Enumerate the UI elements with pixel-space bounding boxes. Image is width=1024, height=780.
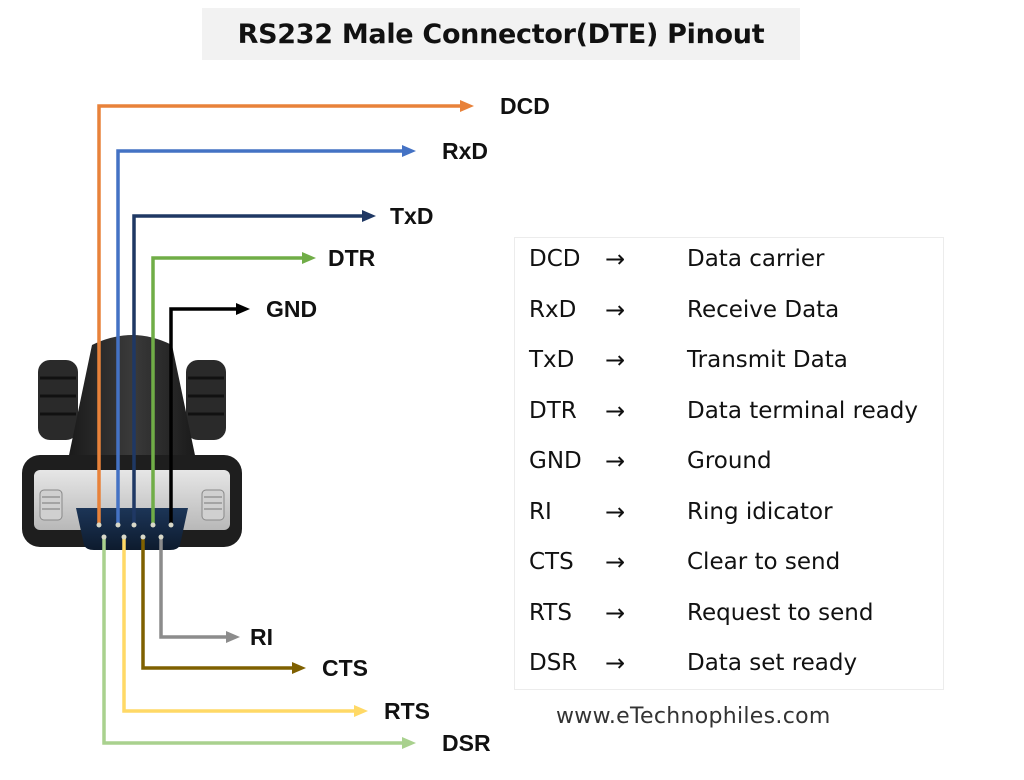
arrowhead-icon [362, 210, 376, 222]
arrow-right-icon: → [605, 346, 626, 374]
pin-abbreviation: RI [529, 498, 552, 525]
pin-abbreviation: DSR [529, 650, 578, 676]
wire-label-rts: RTS [384, 698, 430, 724]
db9-connector [22, 335, 242, 550]
arrowhead-icon [402, 737, 416, 749]
arrow-right-icon: → [605, 396, 626, 425]
pin-description: Ground [687, 448, 772, 474]
pin-gnd [168, 522, 174, 528]
table-row: RI → Ring idicator [515, 492, 943, 532]
wire-label-ri: RI [250, 624, 273, 650]
right-thumbscrew [201, 489, 225, 521]
wire-label-cts: CTS [322, 655, 368, 681]
pin-abbreviation: CTS [529, 549, 574, 575]
wire-ri: RI [158, 534, 273, 650]
wire-label-dsr: DSR [442, 730, 491, 756]
arrow-right-icon: → [605, 497, 626, 526]
pin-dsr [101, 534, 107, 540]
pin-description-table: DCD → Data carrier RxD → Receive Data TxD → Tran… [514, 237, 944, 690]
table-row: RTS → Request to send [515, 593, 943, 633]
pin-rxd [115, 522, 121, 528]
table-row: DCD → Data carrier [515, 239, 943, 279]
pin-abbreviation: DCD [529, 246, 581, 272]
pin-abbreviation: TxD [529, 347, 575, 373]
pin-dtr [150, 522, 156, 528]
pin-txd [131, 522, 137, 528]
pin-rts [121, 534, 127, 540]
pin-description: Receive Data [687, 296, 840, 323]
pin-dcd [96, 522, 102, 528]
table-row: DSR → Data set ready [515, 643, 943, 683]
wire-label-txd: TxD [390, 203, 433, 229]
arrow-right-icon: → [605, 598, 626, 627]
website-credit: www.eTechnophiles.com [556, 704, 831, 729]
table-row: TxD → Transmit Data [515, 340, 943, 380]
table-row: DTR → Data terminal ready [515, 391, 943, 431]
wire-label-dtr: DTR [328, 245, 376, 271]
pin-description: Transmit Data [687, 347, 848, 373]
left-grip [38, 360, 78, 440]
pin-abbreviation: GND [529, 448, 582, 474]
pin-description: Ring idicator [687, 498, 833, 525]
arrow-right-icon: → [605, 548, 626, 576]
wire-cts: CTS [140, 534, 368, 681]
arrowhead-icon [460, 100, 474, 112]
wire-line-rts [122, 537, 356, 713]
arrowhead-icon [302, 252, 316, 264]
pin-abbreviation: RxD [529, 296, 577, 323]
arrowhead-icon [402, 145, 416, 157]
arrow-right-icon: → [605, 245, 626, 273]
wire-label-gnd: GND [266, 296, 317, 322]
arrowhead-icon [236, 303, 250, 315]
pin-description: Data carrier [687, 246, 825, 272]
arrowhead-icon [292, 662, 306, 674]
arrowhead-icon [354, 705, 368, 717]
right-grip [186, 360, 226, 440]
left-thumbscrew [39, 489, 63, 521]
pin-description: Clear to send [687, 549, 841, 575]
pin-description: Request to send [687, 599, 874, 626]
connector-hood [68, 335, 196, 460]
wire-label-dcd: DCD [500, 93, 550, 119]
wire-line-ri [159, 537, 228, 639]
pin-abbreviation: RTS [529, 599, 572, 626]
arrow-right-icon: → [605, 295, 626, 324]
pin-description: Data terminal ready [687, 397, 919, 424]
table-row: CTS → Clear to send [515, 542, 943, 582]
pin-cts [140, 534, 146, 540]
table-row: GND → Ground [515, 441, 943, 481]
table-row: RxD → Receive Data [515, 290, 943, 330]
arrowhead-icon [226, 631, 240, 643]
pin-abbreviation: DTR [529, 397, 577, 424]
pin-description: Data set ready [687, 650, 858, 676]
wire-label-rxd: RxD [442, 138, 488, 164]
arrow-right-icon: → [605, 649, 626, 677]
arrow-right-icon: → [605, 447, 626, 475]
wire-rts: RTS [121, 534, 430, 724]
pin-ri [158, 534, 164, 540]
